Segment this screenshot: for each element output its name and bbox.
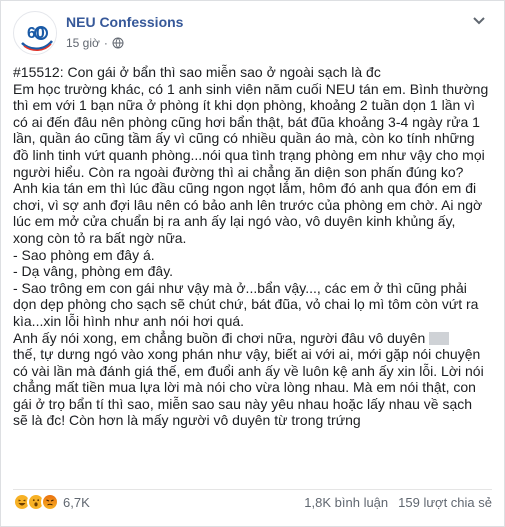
post-meta: 15 giờ · (66, 36, 124, 50)
post-line: xong còn tỏ ra bất ngờ nữa. (13, 229, 187, 246)
post-line: - Sao trông em con gái như vậy mà ở...bẩ… (13, 279, 467, 296)
post-line: - Dạ vâng, phòng em đây. (13, 263, 174, 280)
post-line: Em học trường khác, có 1 anh sinh viên n… (13, 80, 489, 97)
comments-link[interactable]: 159 lượt chia sẻ (398, 495, 492, 510)
page-name[interactable]: NEU Confessions (66, 14, 183, 30)
post-line: #15512: Con gái ở bẩn thì sao miễn sao ở… (13, 64, 381, 80)
globe-icon (112, 37, 124, 49)
post-line: dọn dẹp phòng cho sạch sẽ chút chứ, bát … (13, 296, 479, 313)
post-line: thế, tự dưng ngó vào xong phán như vậy, … (13, 346, 481, 363)
page-avatar[interactable]: 60 (13, 11, 57, 55)
post-line: đồ linh tinh vứt quanh phòng...nói qua t… (13, 146, 485, 163)
post-stats: 1,8K bình luận 159 lượt chia sẻ (304, 495, 492, 510)
post-line: có ai đến đâu nên phòng cũng hơi bẩn thậ… (13, 113, 480, 130)
redacted-block (429, 331, 450, 345)
chevron-down-icon[interactable] (471, 13, 487, 29)
post-line: - Sao phòng em đây á. (13, 246, 155, 263)
divider (13, 489, 492, 490)
post-line: người hiểu. Còn ra ngoài đường thì ai ch… (13, 163, 464, 180)
post-line: thì em với 1 bạn nữa ở phòng ít khi dọn … (13, 97, 476, 114)
post-body: #15512: Con gái ở bẩn thì sao miễn sao ở… (13, 64, 495, 429)
post-line: Anh ấy nói xong, em chẳng buồn đi chơi n… (13, 329, 426, 346)
post-line: lúc em mở cửa chuẩn bị ra anh ấy lại ngó… (13, 213, 456, 230)
shares-link[interactable]: 1,8K bình luận (304, 495, 388, 510)
post-line: Anh kia tán em thì lúc đầu cũng ngon ngọ… (13, 180, 477, 197)
post-line: sẽ là đc! Còn hơn là mấy người vô duyên … (13, 412, 361, 429)
post-line: kìa...xin lỗi hình như anh nói hơi quá. (13, 312, 245, 329)
post-line: chơi, vì sợ anh đợi lâu nên có bảo anh l… (13, 196, 483, 213)
reactions-summary[interactable]: 6,7K (13, 493, 90, 511)
post-line: có vài lần mà đánh giá thế, em đuổi anh … (13, 362, 484, 379)
reaction-count: 6,7K (63, 494, 90, 510)
angry-reaction-icon (41, 493, 59, 511)
post-line: gái ở trọ bẩn tí thì sao, miễn sao sau n… (13, 395, 473, 412)
post-line-with-redaction: Anh ấy nói xong, em chẳng buồn đi chơi n… (13, 330, 495, 347)
post-time[interactable]: 15 giờ (66, 36, 100, 50)
post-line: chẳng mất tiền mua lựa lời mà nói cho vừ… (13, 379, 476, 396)
post-line: lần, quần áo cũng tầm ấy vì cũng có nhiề… (13, 130, 475, 147)
post-header: 60 NEU Confessions 15 giờ · (13, 11, 493, 57)
facebook-post: 60 NEU Confessions 15 giờ · #15512: Con … (0, 0, 505, 527)
